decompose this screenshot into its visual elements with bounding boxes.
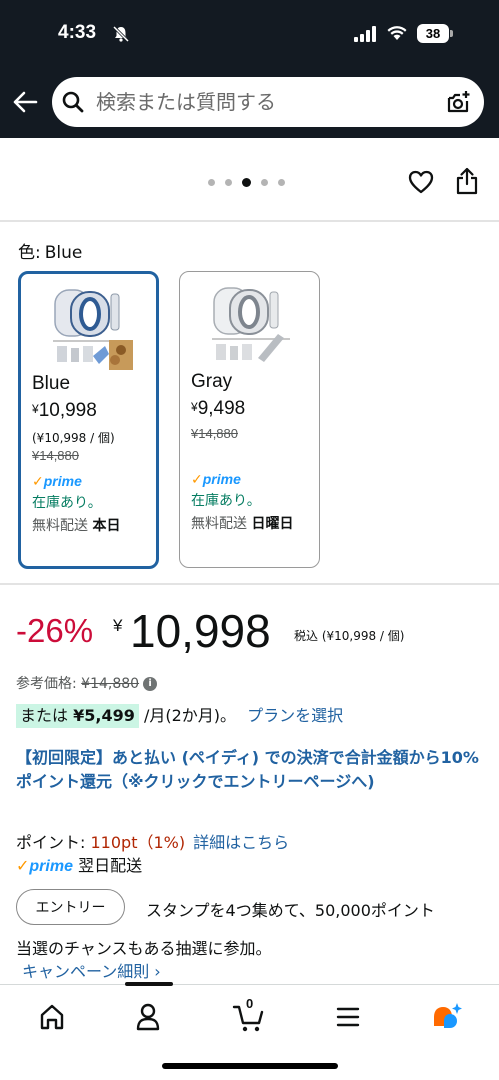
swatch-blue[interactable]: Blue ¥10,998 (¥10,998 / 個) ¥14,880 ✓prim… [18,271,159,569]
points-details-link[interactable]: 詳細はこちら [193,833,289,852]
swatch-price: ¥9,498 [191,398,246,419]
status-time: 4:33 [58,22,97,43]
home-indicator [162,1063,338,1069]
rufus-assistant-icon[interactable] [426,999,466,1035]
swatch-unit-price: (¥10,998 / 個) [32,431,115,445]
variation-selected-value: Blue [44,243,83,263]
paidy-promo-link[interactable]: 【初回限定】あと払い (ペイディ) での決済で合計金額から10%ポイント還元（※… [16,746,482,794]
cart-button[interactable]: 0 [228,996,268,1035]
section-divider [0,583,499,585]
bell-muted-icon [112,25,130,43]
prime-badge: ✓prime [32,473,82,489]
entry-button[interactable]: エントリー [16,889,125,925]
info-icon[interactable]: i [143,677,158,691]
home-icon[interactable] [32,999,72,1035]
share-icon[interactable] [455,167,479,195]
battery-indicator: 38 [417,24,453,44]
installment-row: または ¥5,499 /月(2か月)。 プランを選択 [16,704,343,728]
swatch-list-price: ¥14,880 [191,426,238,441]
campaign-details-link[interactable]: キャンペーン細則 › [22,958,161,982]
search-input[interactable] [96,77,436,127]
prime-shipping: ✓prime 翌日配送 [16,856,143,875]
search-header [0,68,499,138]
reference-price: 参考価格: ¥14,880 i [16,673,158,693]
cart-count: 0 [246,996,254,1011]
variation-label-text: 色: [18,243,41,263]
prime-badge: ✓prime [191,471,241,487]
battery-level: 38 [417,24,449,43]
bottom-nav: 0 [0,982,499,1080]
swatch-shipping: 無料配送 本日 [32,518,121,534]
campaign-text-2: 当選のチャンスもある抽選に参加。 [16,939,272,958]
price-value: 10,998 [130,605,271,657]
carousel-dot[interactable] [261,178,268,186]
camera-search-icon[interactable] [445,89,471,115]
swatch-name: Gray [191,371,233,392]
carousel-dot-active[interactable] [242,177,251,187]
heart-icon[interactable] [408,169,434,195]
status-bar: 4:33 38 [0,0,499,68]
back-arrow-icon[interactable] [12,90,38,114]
swatch-shipping: 無料配送 日曜日 [191,516,294,532]
points-value: 110pt（1%) [90,833,186,852]
swatch-gray[interactable]: Gray ¥9,498 ¥14,880 ✓prime 在庫あり。 無料配送 日曜… [179,271,320,568]
carousel-dot[interactable] [208,178,215,186]
search-icon [62,91,84,113]
campaign-text: スタンプを4つ集めて、50,000ポイント [146,901,435,920]
signal-icon [354,26,376,42]
swatch-stock: 在庫あり。 [32,495,102,511]
product-thumbnail-blue [49,284,135,372]
tax-note: 税込 (¥10,998 / 個) [294,629,405,643]
variation-label: 色: Blue [18,238,82,263]
account-icon[interactable] [128,999,168,1035]
carousel-dots [208,177,285,187]
swatch-name: Blue [32,373,71,394]
wifi-icon [387,26,407,40]
swatch-list-price: ¥14,880 [32,448,79,463]
image-carousel-controls [0,138,499,222]
swatch-stock: 在庫あり。 [191,493,261,509]
price-currency: ¥ [113,616,123,635]
nav-active-indicator [125,982,173,986]
swatch-price: ¥10,998 [32,400,97,421]
discount-percent: -26% [16,612,94,649]
select-plan-link[interactable]: プランを選択 [247,706,343,725]
carousel-dot[interactable] [225,178,232,186]
product-thumbnail-gray [208,282,294,370]
installment-suffix: /月(2か月)。 [143,706,237,725]
menu-icon[interactable] [328,999,368,1035]
installment-badge: または ¥5,499 [16,704,139,728]
points-row: ポイント: 110pt（1%) 詳細はこちら [16,833,290,852]
search-box[interactable] [52,77,484,127]
carousel-dot[interactable] [278,178,285,186]
